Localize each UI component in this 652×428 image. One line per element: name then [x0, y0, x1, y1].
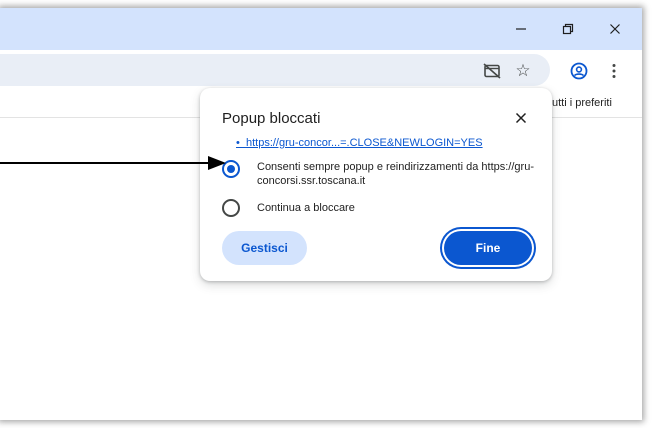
dialog-close-button[interactable] [508, 105, 534, 131]
screenshot-stage: ☆ utti i preferiti Popup bloccati • http… [0, 0, 652, 428]
bookmark-star-button[interactable]: ☆ [510, 58, 536, 84]
close-icon [610, 24, 620, 34]
radio-button[interactable] [222, 199, 240, 217]
popup-blocked-dialog: Popup bloccati • https://gru-concor...=.… [200, 88, 552, 281]
popup-blocked-icon [483, 63, 501, 79]
browser-window: ☆ utti i preferiti Popup bloccati • http… [0, 8, 642, 420]
radio-option-keep-blocking[interactable]: Continua a bloccare [222, 199, 547, 217]
address-bar[interactable] [0, 54, 550, 86]
profile-icon [570, 62, 588, 80]
profile-button[interactable] [566, 58, 592, 84]
option-label: Continua a bloccare [257, 202, 355, 214]
done-button[interactable]: Fine [444, 231, 532, 265]
more-vert-icon [612, 64, 616, 78]
close-window-button[interactable] [592, 14, 638, 44]
popup-blocked-button[interactable] [479, 58, 505, 84]
restore-icon [562, 23, 574, 35]
restore-button[interactable] [545, 14, 591, 44]
title-bar [0, 8, 642, 50]
radio-option-always-allow[interactable]: Consenti sempre popup e reindirizzamenti… [222, 160, 547, 188]
annotation-arrow [0, 156, 226, 170]
browser-menu-button[interactable] [601, 58, 627, 84]
minimize-icon [516, 28, 526, 30]
blocked-popup-url: https://gru-concor...=.CLOSE&NEWLOGIN=YE… [245, 137, 483, 149]
option-label: Consenti sempre popup e reindirizzamenti… [257, 161, 534, 187]
minimize-button[interactable] [498, 14, 544, 44]
dialog-title: Popup bloccati [222, 110, 321, 127]
manage-button[interactable]: Gestisci [222, 231, 307, 265]
star-icon: ☆ [515, 61, 531, 80]
close-icon [515, 112, 527, 124]
blocked-popup-link[interactable]: • https://gru-concor...=.CLOSE&NEWLOGIN=… [236, 137, 483, 149]
bullet: • [236, 137, 246, 149]
browser-toolbar: ☆ [0, 50, 642, 92]
all-bookmarks-link[interactable]: utti i preferiti [552, 97, 612, 109]
